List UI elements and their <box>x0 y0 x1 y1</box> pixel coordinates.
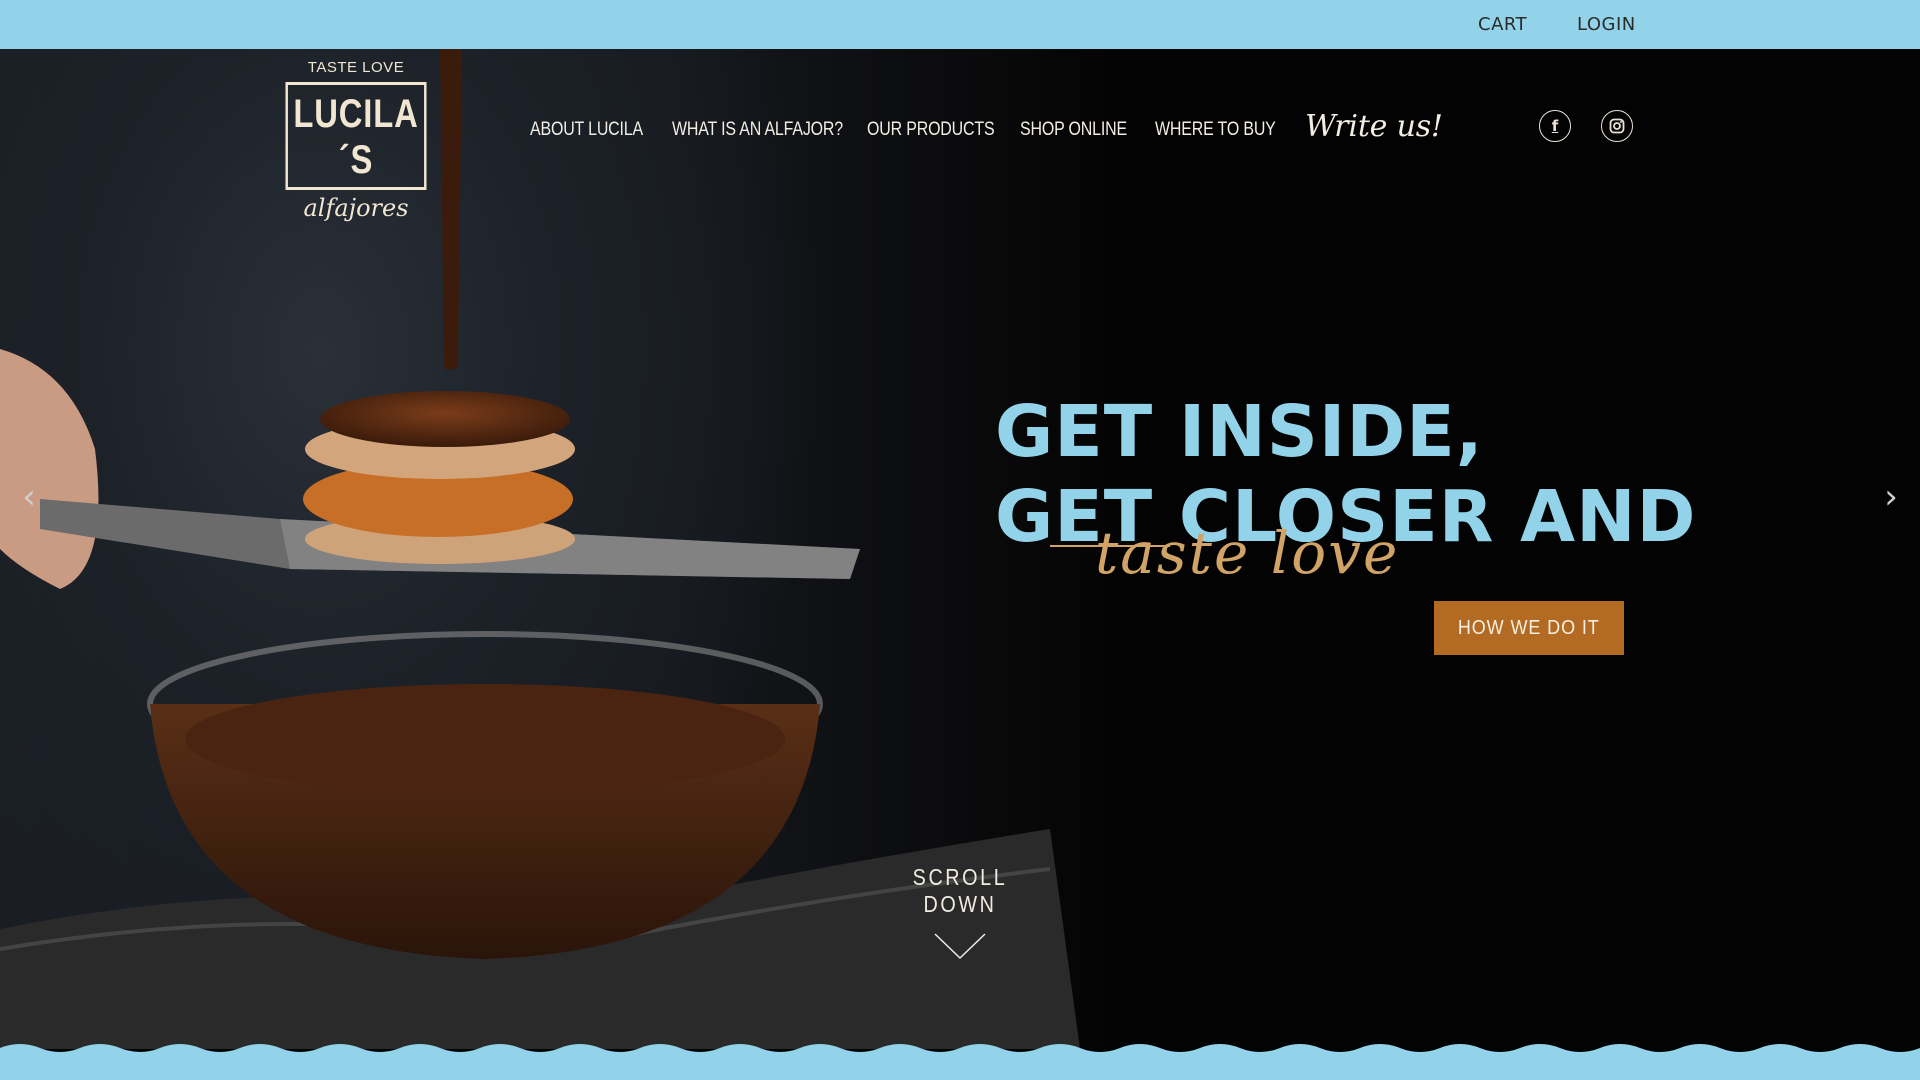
nav-what-is-alfajor[interactable]: WHAT IS AN ALFAJOR? <box>672 119 843 141</box>
how-we-do-it-button[interactable]: HOW WE DO IT <box>1434 601 1624 655</box>
scroll-down-label: SCROLL DOWN <box>912 864 1008 917</box>
how-we-do-it-label: HOW WE DO IT <box>1458 616 1600 639</box>
wave-divider <box>0 1044 1920 1080</box>
top-utility-bar: CART LOGIN <box>0 0 1920 49</box>
instagram-icon[interactable] <box>1601 110 1633 142</box>
chevron-down-icon <box>934 933 986 960</box>
carousel-next-arrow[interactable]: › <box>1876 477 1906 517</box>
nav-shop-online[interactable]: SHOP ONLINE <box>1020 119 1127 141</box>
instagram-glyph <box>1609 118 1625 134</box>
hero-section: TASTE LOVE LUCILA´S alfajores ABOUT LUCI… <box>0 49 1920 1049</box>
nav-about-lucila[interactable]: ABOUT LUCILA <box>530 119 643 141</box>
nav-where-to-buy[interactable]: WHERE TO BUY <box>1155 119 1276 141</box>
facebook-icon[interactable]: f <box>1539 110 1571 142</box>
hero-tagline: taste love <box>1095 519 1400 587</box>
logo-tagline: TASTE LOVE <box>307 59 405 76</box>
cart-link[interactable]: CART <box>1478 14 1527 35</box>
scroll-down-indicator[interactable]: SCROLL DOWN <box>880 864 1040 967</box>
headline-line-1: GET INSIDE, <box>995 390 1484 473</box>
login-link[interactable]: LOGIN <box>1577 14 1636 35</box>
nav-our-products[interactable]: OUR PRODUCTS <box>867 119 995 141</box>
carousel-prev-arrow[interactable]: ‹ <box>14 477 44 517</box>
nav-write-us[interactable]: Write us! <box>1305 109 1443 144</box>
logo-subtitle: alfajores <box>303 194 409 222</box>
